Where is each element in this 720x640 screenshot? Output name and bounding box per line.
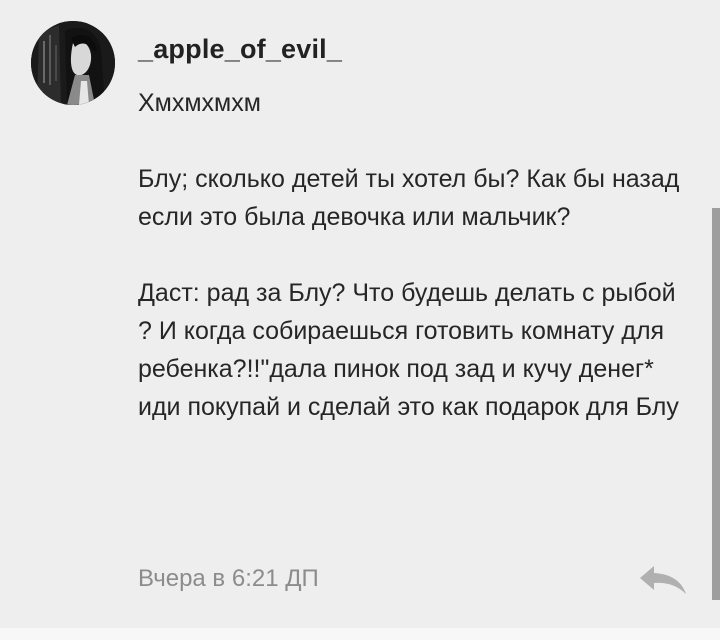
scrollbar[interactable]	[712, 208, 720, 600]
comment-line: Блу; сколько детей ты хотел бы? Как бы н…	[138, 165, 687, 231]
comment-text: Хмхмхмхм Блу; сколько детей ты хотел бы?…	[138, 84, 683, 426]
comment-line: Даст: рад за Блу? Что будешь делать с ры…	[138, 279, 683, 421]
bottom-divider	[0, 628, 720, 640]
user-avatar[interactable]	[31, 21, 115, 105]
username[interactable]: _apple_of_evil_	[138, 34, 342, 65]
comment-line: Хмхмхмхм	[138, 89, 261, 117]
comment-card: _apple_of_evil_ Хмхмхмхм Блу; сколько де…	[0, 0, 712, 628]
reply-button[interactable]	[636, 562, 690, 598]
reply-arrow-icon	[640, 566, 686, 594]
anime-avatar-icon	[31, 21, 115, 105]
comment-timestamp: Вчера в 6:21 ДП	[138, 565, 319, 592]
